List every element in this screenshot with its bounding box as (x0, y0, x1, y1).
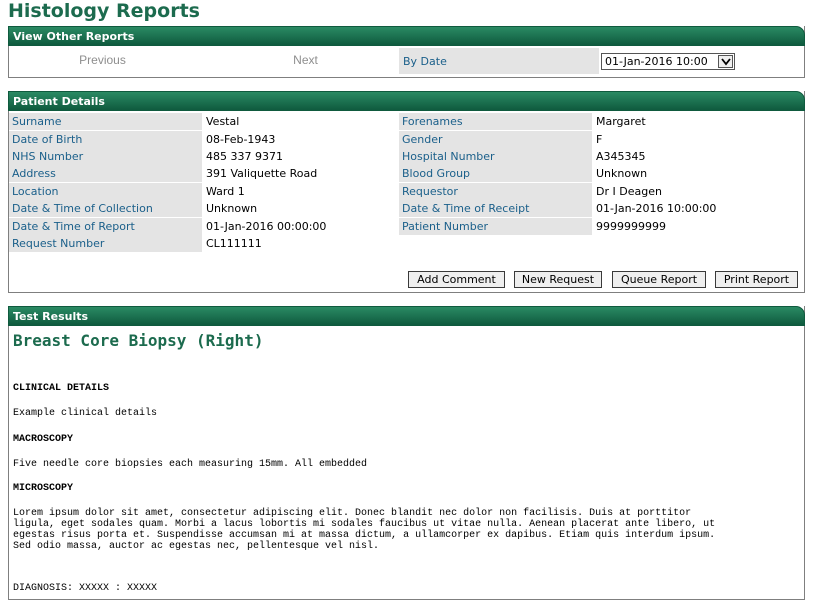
macroscopy-text: Five needle core biopsies each measuring… (13, 459, 368, 470)
report-actions: Add Comment New Request Queue Report Pri… (9, 271, 804, 291)
view-other-reports-panel: View Other Reports Previous Next By Date… (8, 26, 805, 78)
report-date-select[interactable]: 01-Jan-2016 10:00 (601, 53, 735, 70)
location-label: Location (9, 183, 202, 200)
receipt-datetime-label: Date & Time of Receipt (399, 200, 592, 217)
microscopy-line: egestas risus porta et. Suspendisse accu… (13, 530, 716, 541)
receipt-datetime-value: 01-Jan-2016 10:00:00 (596, 202, 717, 215)
request-number-label: Request Number (9, 235, 202, 252)
clinical-details-heading: CLINICAL DETAILS (13, 383, 110, 394)
hospital-number-value: A345345 (596, 150, 646, 163)
surname-label: Surname (9, 113, 202, 130)
patient-details-header: Patient Details (8, 91, 805, 111)
forenames-label: Forenames (399, 113, 592, 130)
collection-datetime-label: Date & Time of Collection (9, 200, 202, 217)
previous-link[interactable]: Previous (9, 53, 196, 67)
test-results-header: Test Results (8, 306, 805, 326)
macroscopy-heading: MACROSCOPY (13, 434, 74, 445)
address-value: 391 Valiquette Road (206, 167, 318, 180)
report-datetime-label: Date & Time of Report (9, 218, 202, 235)
diagnosis-text: DIAGNOSIS: XXXXX : XXXXX (13, 583, 158, 594)
microscopy-line: Lorem ipsum dolor sit amet, consectetur … (13, 508, 692, 519)
nhs-number-label: NHS Number (9, 148, 202, 165)
report-navigation: Previous Next By Date 01-Jan-2016 10:00 (9, 48, 804, 76)
nhs-number-value: 485 337 9371 (206, 150, 283, 163)
test-results-panel: Test Results Breast Core Biopsy (Right) … (8, 306, 805, 600)
report-date-value: 01-Jan-2016 10:00 (605, 55, 708, 68)
collection-datetime-value: Unknown (206, 202, 258, 215)
add-comment-button[interactable]: Add Comment (408, 271, 505, 288)
hospital-number-label: Hospital Number (399, 148, 592, 165)
patient-number-label: Patient Number (399, 218, 592, 235)
forenames-value: Margaret (596, 115, 646, 128)
gender-label: Gender (399, 131, 592, 148)
microscopy-line: Sed odio massa, auctor ac egestas nec, p… (13, 541, 380, 552)
gender-value: F (596, 133, 603, 146)
by-date-label: By Date (399, 48, 599, 74)
patient-details-panel: Patient Details Surname Vestal Date of B… (8, 91, 805, 293)
page-title: Histology Reports (8, 0, 200, 22)
blood-group-value: Unknown (596, 167, 648, 180)
clinical-details-text: Example clinical details (13, 408, 158, 419)
report-datetime-value: 01-Jan-2016 00:00:00 (206, 220, 327, 233)
result-title: Breast Core Biopsy (Right) (13, 331, 264, 350)
print-report-button[interactable]: Print Report (715, 271, 798, 288)
dob-value: 08-Feb-1943 (206, 133, 276, 146)
location-value: Ward 1 (206, 185, 245, 198)
dob-label: Date of Birth (9, 131, 202, 148)
chevron-down-icon[interactable] (718, 55, 733, 68)
microscopy-heading: MICROSCOPY (13, 483, 74, 494)
requestor-label: Requestor (399, 183, 592, 200)
address-label: Address (9, 165, 202, 182)
surname-value: Vestal (206, 115, 240, 128)
patient-number-value: 9999999999 (596, 220, 666, 233)
microscopy-line: ligula, eget sodales quam. Morbi a lacus… (13, 519, 716, 530)
new-request-button[interactable]: New Request (514, 271, 602, 288)
queue-report-button[interactable]: Queue Report (612, 271, 706, 288)
request-number-value: CL111111 (206, 237, 262, 250)
patient-details-grid: Surname Vestal Date of Birth 08-Feb-1943… (9, 111, 804, 271)
view-other-reports-header: View Other Reports (8, 26, 805, 46)
next-link[interactable]: Next (209, 53, 402, 67)
requestor-value: Dr I Deagen (596, 185, 662, 198)
blood-group-label: Blood Group (399, 165, 592, 182)
